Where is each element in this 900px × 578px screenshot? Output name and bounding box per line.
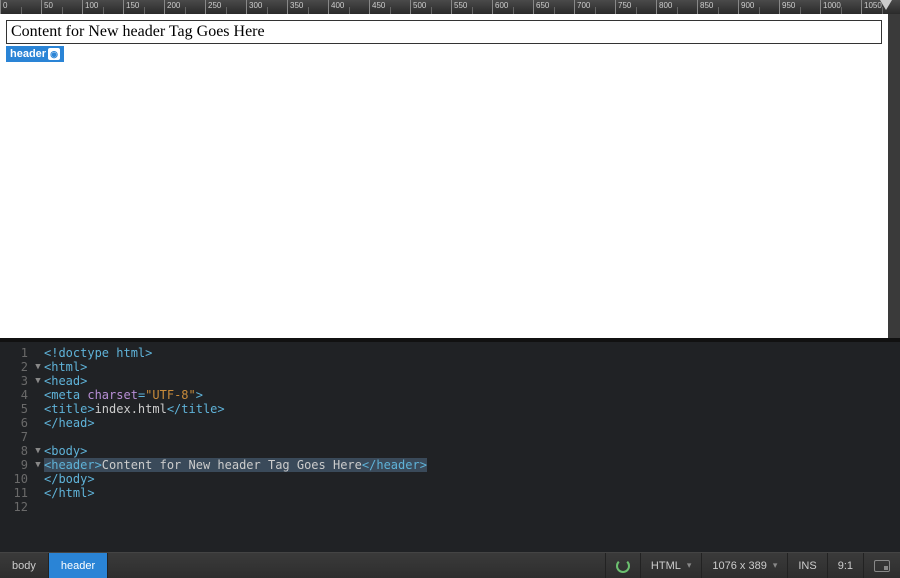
line-number: 4 (8, 388, 32, 402)
ruler-tick: 100 (82, 0, 83, 14)
code-line[interactable]: 2▼<html> (0, 360, 900, 374)
ruler-tick: 200 (164, 0, 165, 14)
code-view[interactable]: 1<!doctype html>2▼<html>3▼<head>4<meta c… (0, 338, 900, 552)
ruler-tick: 350 (287, 0, 288, 14)
ruler-tick: 400 (328, 0, 329, 14)
breadcrumb: bodyheader (0, 553, 108, 578)
chevron-down-icon: ▾ (687, 560, 692, 571)
fold-icon (32, 472, 44, 486)
ruler-tick: 650 (533, 0, 534, 14)
chevron-down-icon: ▾ (773, 560, 778, 571)
code-content[interactable]: <title>index.html</title> (44, 402, 225, 416)
code-line[interactable]: 7 (0, 430, 900, 444)
fold-icon[interactable]: ▼ (32, 360, 44, 374)
ruler-tick: 550 (451, 0, 452, 14)
ruler-tick: 450 (369, 0, 370, 14)
preview-icon (874, 560, 890, 572)
code-line[interactable]: 8▼<body> (0, 444, 900, 458)
code-line[interactable]: 11 </html> (0, 486, 900, 500)
fold-icon[interactable]: ▼ (32, 444, 44, 458)
ruler-tick: 600 (492, 0, 493, 14)
code-line[interactable]: 3▼<head> (0, 374, 900, 388)
sync-status[interactable] (605, 553, 640, 578)
code-content[interactable]: <head> (44, 374, 87, 388)
code-line[interactable]: 9▼<header>Content for New header Tag Goe… (0, 458, 900, 472)
cursor-label: 9:1 (838, 560, 853, 572)
code-content[interactable]: <header>Content for New header Tag Goes … (44, 458, 427, 472)
ruler-tick: 700 (574, 0, 575, 14)
element-tag-badge[interactable]: header ◉ (6, 46, 64, 62)
ruler-tick: 500 (410, 0, 411, 14)
ruler-tick: 1000 (820, 0, 821, 14)
code-line[interactable]: 12 (0, 500, 900, 514)
insert-mode[interactable]: INS (787, 553, 826, 578)
ruler-tick: 50 (41, 0, 42, 14)
fold-icon (32, 416, 44, 430)
dimensions-selector[interactable]: 1076 x 389 ▾ (701, 553, 787, 578)
ruler-tick: 800 (656, 0, 657, 14)
cursor-position: 9:1 (827, 553, 863, 578)
code-content[interactable]: </head> (44, 416, 95, 430)
code-line[interactable]: 4 <meta charset="UTF-8"> (0, 388, 900, 402)
code-content[interactable]: <body> (44, 444, 87, 458)
breadcrumb-item-header[interactable]: header (49, 553, 108, 578)
fold-icon[interactable]: ▼ (32, 458, 44, 472)
fold-icon[interactable]: ▼ (32, 374, 44, 388)
code-line[interactable]: 1 <!doctype html> (0, 346, 900, 360)
scrollbar-thumb[interactable] (890, 154, 898, 214)
language-label: HTML (651, 560, 681, 572)
dimensions-label: 1076 x 389 (712, 560, 766, 572)
ruler-tick: 150 (123, 0, 124, 14)
line-number: 5 (8, 402, 32, 416)
ruler-tick: 1050 (861, 0, 862, 14)
tag-label-text: header (10, 48, 46, 60)
code-content[interactable]: <!doctype html> (44, 346, 152, 360)
line-number: 11 (8, 486, 32, 500)
ruler-tick: 250 (205, 0, 206, 14)
fold-icon (32, 430, 44, 444)
line-number: 8 (8, 444, 32, 458)
code-content[interactable]: <html> (44, 360, 87, 374)
ruler-tick: 300 (246, 0, 247, 14)
ruler-marker-icon[interactable] (880, 0, 892, 10)
code-content[interactable]: </body> (44, 472, 95, 486)
horizontal-ruler: 0 50 100 150 200 250 300 350 400 450 500 550 600 650 7… (0, 0, 900, 14)
mode-label: INS (798, 560, 816, 572)
line-number: 9 (8, 458, 32, 472)
fold-icon (32, 486, 44, 500)
status-bar: bodyheader HTML ▾ 1076 x 389 ▾ INS 9:1 (0, 552, 900, 578)
code-content[interactable]: </html> (44, 486, 95, 500)
breadcrumb-item-body[interactable]: body (0, 553, 49, 578)
code-line[interactable]: 10 </body> (0, 472, 900, 486)
visibility-icon[interactable]: ◉ (48, 48, 60, 60)
ruler-tick: 750 (615, 0, 616, 14)
fold-icon (32, 346, 44, 360)
design-view[interactable]: Content for New header Tag Goes Here hea… (0, 14, 900, 338)
fold-icon (32, 402, 44, 416)
ruler-tick: 850 (697, 0, 698, 14)
line-number: 12 (8, 500, 32, 514)
header-element[interactable]: Content for New header Tag Goes Here (6, 20, 882, 44)
fold-icon (32, 388, 44, 402)
code-line[interactable]: 6 </head> (0, 416, 900, 430)
fold-icon (32, 500, 44, 514)
ruler-tick: 0 (0, 0, 1, 14)
ruler-tick: 900 (738, 0, 739, 14)
code-line[interactable]: 5 <title>index.html</title> (0, 402, 900, 416)
line-number: 7 (8, 430, 32, 444)
line-number: 6 (8, 416, 32, 430)
line-number: 1 (8, 346, 32, 360)
language-selector[interactable]: HTML ▾ (640, 553, 701, 578)
line-number: 3 (8, 374, 32, 388)
ruler-tick: 950 (779, 0, 780, 14)
preview-button[interactable] (863, 553, 900, 578)
line-number: 2 (8, 360, 32, 374)
line-number: 10 (8, 472, 32, 486)
code-content[interactable]: <meta charset="UTF-8"> (44, 388, 203, 402)
sync-icon (616, 559, 630, 573)
